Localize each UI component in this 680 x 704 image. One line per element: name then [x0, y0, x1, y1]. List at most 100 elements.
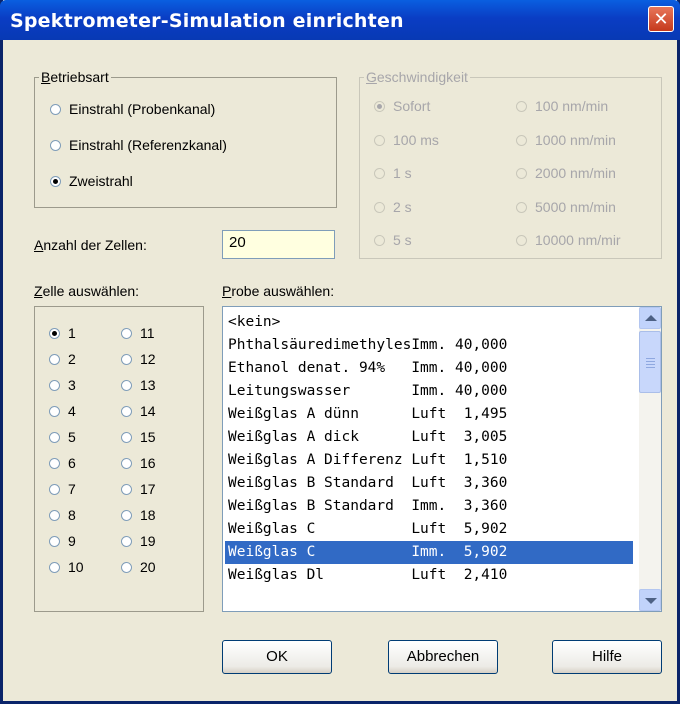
radio-dot-icon [49, 328, 60, 339]
radio-speed-100nm: 100 nm/min [516, 98, 608, 114]
radio-cell-1[interactable]: 1 [49, 325, 76, 341]
list-item[interactable]: Weißglas Dl Luft 2,410 [225, 564, 633, 610]
geschwindigkeit-group: Geschwindigkeit Sofort 100 ms 1 s 2 s 5 … [359, 69, 662, 259]
probe-select-label: Probe auswählen: [222, 283, 335, 299]
list-item[interactable]: Weißglas A Differenz Luft 1,510 [225, 449, 633, 472]
list-item-selected[interactable]: Weißglas C Imm. 5,902 [225, 541, 633, 564]
dialog-window: Spektrometer-Simulation einrichten ✕ Bet… [0, 0, 680, 704]
radio-einstrahl-referenzkanal[interactable]: Einstrahl (Referenzkanal) [50, 137, 227, 153]
radio-cell-10[interactable]: 10 [49, 559, 84, 575]
grip-line [646, 364, 655, 365]
scroll-up-button[interactable] [639, 307, 661, 329]
radio-cell-5[interactable]: 5 [49, 429, 76, 445]
radio-einstrahl-probenkanal[interactable]: Einstrahl (Probenkanal) [50, 101, 215, 117]
radio-cell-18[interactable]: 18 [121, 507, 156, 523]
radio-cell-7[interactable]: 7 [49, 481, 76, 497]
chevron-down-icon [645, 598, 657, 604]
radio-dot-icon [374, 202, 385, 213]
ok-button[interactable]: OK [222, 640, 332, 674]
radio-speed-1s: 1 s [374, 165, 412, 181]
radio-dot-icon [121, 406, 132, 417]
probe-scrollbar[interactable] [639, 307, 661, 611]
radio-dot-icon [50, 140, 61, 151]
radio-dot-icon [49, 458, 60, 469]
radio-dot-icon [516, 135, 527, 146]
list-item[interactable]: <kein> [225, 311, 633, 334]
radio-cell-13[interactable]: 13 [121, 377, 156, 393]
radio-dot-icon [49, 432, 60, 443]
radio-speed-2s: 2 s [374, 199, 412, 215]
list-item[interactable]: Weißglas C Luft 5,902 [225, 518, 633, 541]
radio-dot-icon [121, 432, 132, 443]
list-item[interactable]: Weißglas A dünn Luft 1,495 [225, 403, 633, 426]
close-button[interactable]: ✕ [648, 6, 674, 32]
radio-cell-4[interactable]: 4 [49, 403, 76, 419]
radio-speed-5000nm: 5000 nm/min [516, 199, 616, 215]
radio-speed-10000nm: 10000 nm/mir [516, 232, 646, 248]
radio-dot-icon [121, 354, 132, 365]
grip-line [646, 358, 655, 359]
radio-dot-icon [49, 562, 60, 573]
list-item[interactable]: PhthalsäuredimethylesImm. 40,000 [225, 334, 633, 357]
radio-speed-sofort: Sofort [374, 98, 430, 114]
cell-select-label: Zelle auswählen: [34, 283, 140, 299]
radio-dot-icon [49, 484, 60, 495]
list-item[interactable]: Weißglas A dick Luft 3,005 [225, 426, 633, 449]
radio-dot-icon [49, 536, 60, 547]
radio-dot-icon [121, 510, 132, 521]
radio-speed-2000nm: 2000 nm/min [516, 165, 616, 181]
radio-zweistrahl[interactable]: Zweistrahl [50, 173, 133, 189]
radio-dot-icon [49, 406, 60, 417]
scroll-thumb[interactable] [639, 331, 661, 393]
help-button[interactable]: Hilfe [552, 640, 662, 674]
radio-speed-1000nm: 1000 nm/min [516, 132, 616, 148]
probe-listbox[interactable]: <kein> PhthalsäuredimethylesImm. 40,000 … [222, 306, 662, 612]
grip-line [646, 367, 655, 368]
radio-dot-icon [516, 235, 527, 246]
radio-cell-15[interactable]: 15 [121, 429, 156, 445]
betriebsart-group: Betriebsart Einstrahl (Probenkanal) Eins… [34, 69, 337, 208]
radio-cell-11[interactable]: 11 [121, 325, 155, 341]
radio-cell-9[interactable]: 9 [49, 533, 76, 549]
radio-dot-icon [121, 536, 132, 547]
radio-dot-icon [50, 104, 61, 115]
geschwindigkeit-legend: Geschwindigkeit [364, 69, 470, 85]
radio-dot-icon [121, 458, 132, 469]
list-item[interactable]: Ethanol denat. 94% Imm. 40,000 [225, 357, 633, 380]
list-item[interactable]: Weißglas B Standard Luft 3,360 [225, 472, 633, 495]
radio-cell-16[interactable]: 16 [121, 455, 156, 471]
chevron-up-icon [645, 315, 657, 321]
radio-dot-icon [374, 135, 385, 146]
title-bar[interactable]: Spektrometer-Simulation einrichten ✕ [0, 0, 680, 40]
list-item[interactable]: Leitungswasser Imm. 40,000 [225, 380, 633, 403]
radio-cell-19[interactable]: 19 [121, 533, 156, 549]
cell-count-input[interactable]: 20 [222, 230, 335, 259]
radio-cell-6[interactable]: 6 [49, 455, 76, 471]
betriebsart-legend: Betriebsart [39, 69, 111, 85]
radio-dot-icon [50, 176, 61, 187]
radio-dot-icon [121, 328, 132, 339]
radio-dot-icon [121, 562, 132, 573]
radio-dot-icon [374, 235, 385, 246]
radio-dot-icon [49, 354, 60, 365]
list-item[interactable]: Weißglas B Standard Imm. 3,360 [225, 495, 633, 518]
scroll-down-button[interactable] [639, 589, 661, 611]
radio-speed-5s: 5 s [374, 232, 412, 248]
radio-cell-3[interactable]: 3 [49, 377, 76, 393]
cell-select-group: 1 2 3 4 5 6 7 8 9 10 11 12 13 14 15 16 1… [34, 306, 204, 612]
radio-cell-17[interactable]: 17 [121, 481, 156, 497]
radio-dot-icon [374, 101, 385, 112]
radio-dot-icon [516, 202, 527, 213]
radio-dot-icon [374, 168, 385, 179]
radio-dot-icon [121, 380, 132, 391]
radio-cell-8[interactable]: 8 [49, 507, 76, 523]
radio-cell-20[interactable]: 20 [121, 559, 156, 575]
radio-dot-icon [49, 380, 60, 391]
radio-dot-icon [121, 484, 132, 495]
radio-cell-14[interactable]: 14 [121, 403, 156, 419]
radio-cell-12[interactable]: 12 [121, 351, 156, 367]
dialog-title: Spektrometer-Simulation einrichten [10, 10, 404, 32]
radio-dot-icon [516, 101, 527, 112]
cancel-button[interactable]: Abbrechen [388, 640, 498, 674]
radio-cell-2[interactable]: 2 [49, 351, 76, 367]
